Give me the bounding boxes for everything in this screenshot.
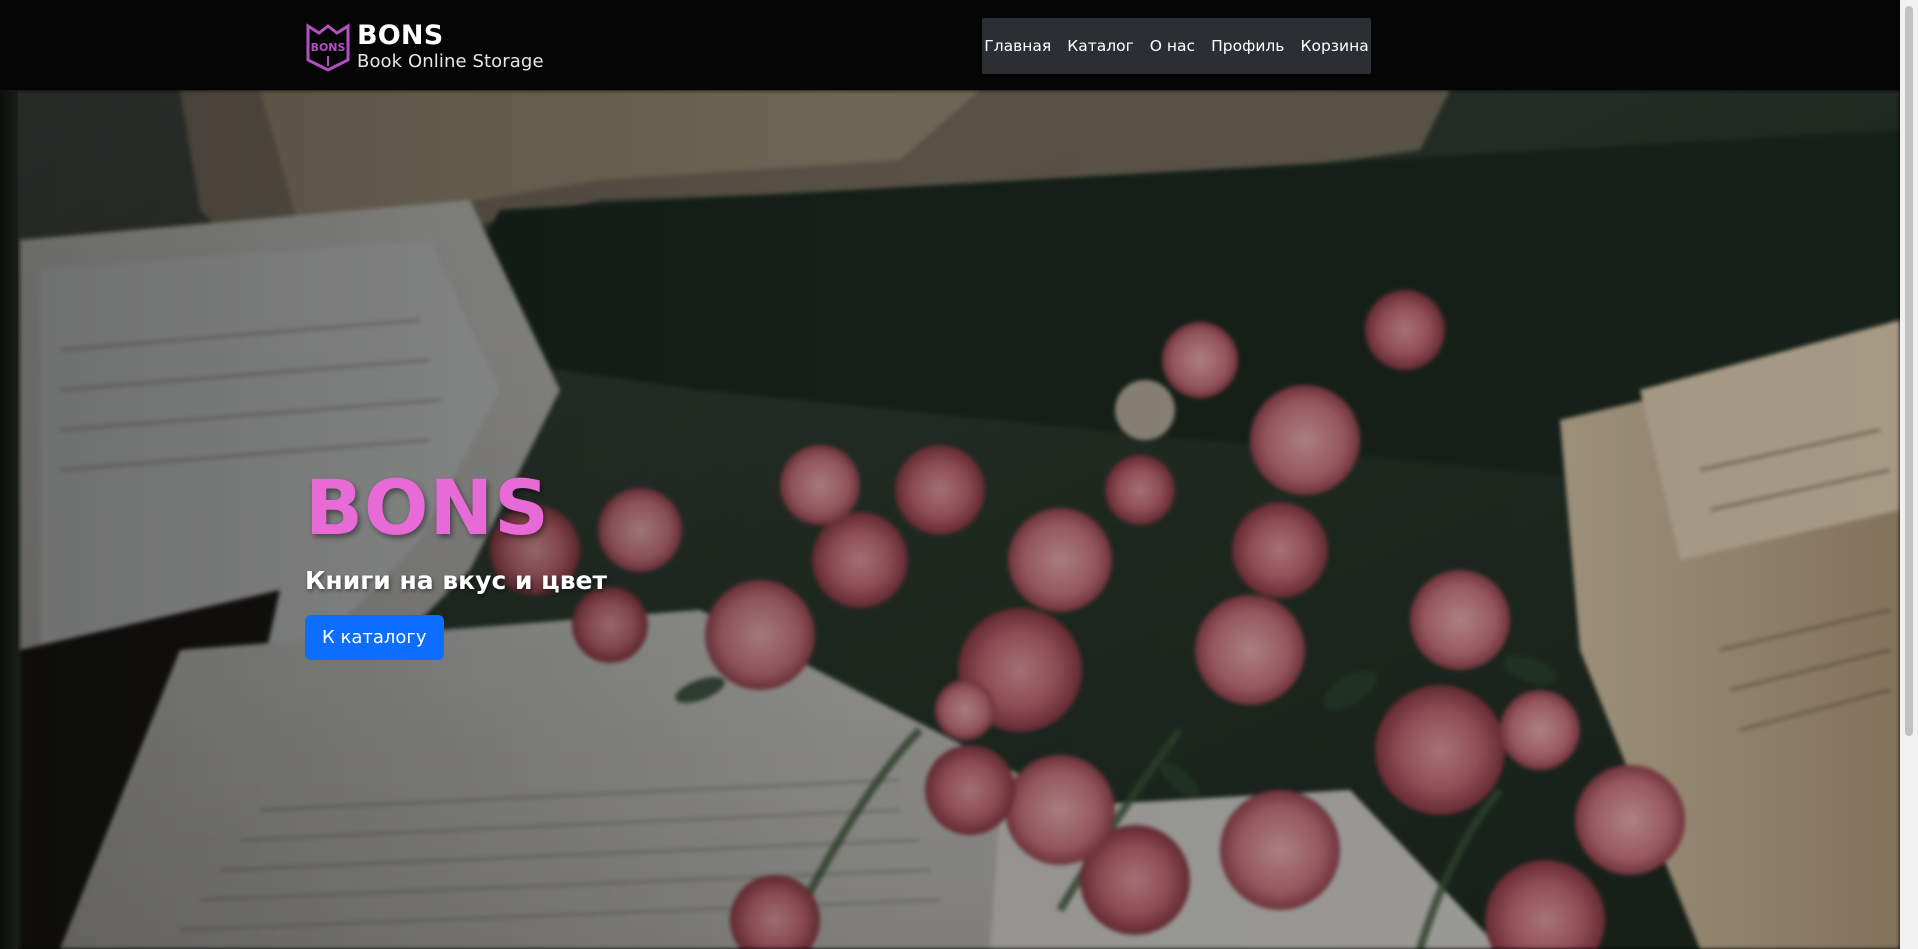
page: BONS BONS Book Online Storage Главная Ка… xyxy=(0,0,1918,949)
navbar: BONS BONS Book Online Storage Главная Ка… xyxy=(0,0,1900,90)
brand-subtitle: Book Online Storage xyxy=(357,50,544,72)
nav-link-home[interactable]: Главная xyxy=(976,37,1059,55)
bons-logo-icon: BONS xyxy=(306,23,350,72)
brand-name: BONS xyxy=(357,19,444,51)
go-to-catalog-button[interactable]: К каталогу xyxy=(305,615,444,660)
hero-content: BONS Книги на вкус и цвет К каталогу xyxy=(305,470,607,660)
nav-link-about[interactable]: О нас xyxy=(1142,37,1203,55)
main-nav: Главная Каталог О нас Профиль Корзина xyxy=(982,18,1371,74)
page-scrollbar[interactable] xyxy=(1900,0,1918,949)
hero-section: BONS Книги на вкус и цвет К каталогу xyxy=(0,90,1900,949)
brand-link[interactable]: BONS BONS Book Online Storage xyxy=(305,18,544,74)
hero-overlay xyxy=(0,90,1900,949)
hero-title: BONS xyxy=(305,463,550,552)
nav-link-catalog[interactable]: Каталог xyxy=(1059,37,1142,55)
hero-left-edge xyxy=(0,90,18,949)
nav-link-cart[interactable]: Корзина xyxy=(1292,37,1376,55)
scrollbar-thumb[interactable] xyxy=(1905,6,1913,736)
nav-link-profile[interactable]: Профиль xyxy=(1203,37,1292,55)
hero-subtitle: Книги на вкус и цвет xyxy=(305,566,607,595)
brand-text: BONS Book Online Storage xyxy=(357,22,544,71)
svg-text:BONS: BONS xyxy=(311,41,346,54)
